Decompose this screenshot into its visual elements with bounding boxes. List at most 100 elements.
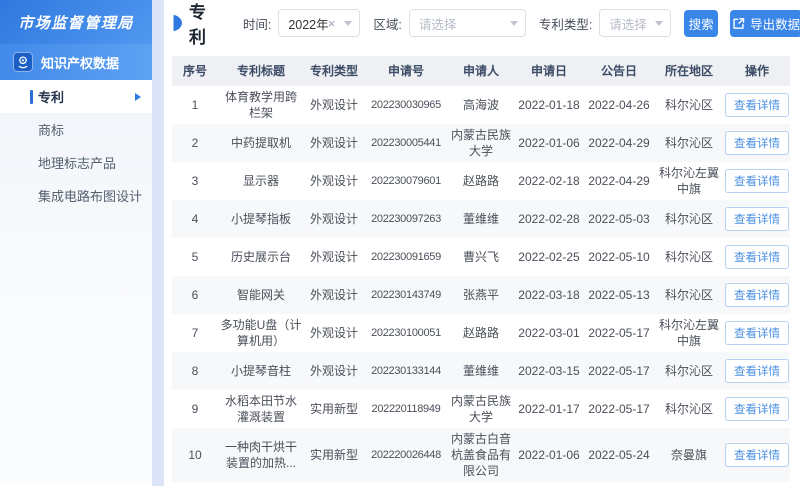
view-details-button[interactable]: 查看详情 [725,93,789,117]
table-row: 3 显示器 外观设计 202230079601 赵路路 2022-02-18 2… [172,162,790,200]
export-button-label: 导出数据 [750,17,800,32]
column-header-application-no: 申请号 [387,64,424,78]
column-header-publish-date: 公告日 [600,64,637,78]
cell-region: 科尔沁区 [664,136,713,150]
view-details-button[interactable]: 查看详情 [725,131,789,155]
cell-index: 5 [191,250,199,264]
sidebar-item-trademark[interactable]: 商标 [0,113,152,146]
cell-index: 9 [191,402,199,416]
region-select[interactable]: 请选择 [408,9,526,37]
cell-applicant: 曹兴飞 [462,250,499,264]
search-button[interactable]: 搜索 [684,9,718,37]
sidebar: 市场监督管理局 知识产权数据 专利 商标 地理标志产品 集成电路布图设计 [0,0,152,486]
time-select[interactable]: 2022年 × [278,9,361,37]
clear-icon[interactable]: × [328,17,336,30]
column-header-patent-type: 专利类型 [309,64,358,78]
filter-label-patent-type: 专利类型: [538,17,593,32]
filter-group-patent-type: 专利类型: 请选择 [538,9,672,37]
main-content: 专利 时间: 2022年 × 区域: 请选择 专利类型: 请选择 搜索 导出数据… [164,0,800,486]
cell-index: 2 [191,136,199,150]
cell-applicant: 内蒙古白音杭盖食品有限公司 [450,432,511,478]
cell-patent-type: 实用新型 [309,402,358,416]
cell-application-no: 202230005441 [371,137,441,149]
cell-application-no: 202230143749 [371,289,441,301]
column-header-action: 操作 [744,64,769,78]
export-button[interactable]: 导出数据 [729,9,800,37]
cell-region: 科尔沁左翼中旗 [658,166,719,196]
region-select-placeholder: 请选择 [418,17,457,32]
page-title: 专利 [189,3,207,47]
cell-patent-title: 小提琴音柱 [230,364,291,378]
export-icon [732,17,745,30]
patent-table: 序号 专利标题 专利类型 申请号 申请人 申请日 公告日 所在地区 操作 1 体… [172,56,790,482]
cell-applicant: 赵路路 [462,326,499,340]
cell-applicant: 内蒙古民族大学 [450,128,511,158]
cell-index: 1 [191,98,199,112]
cell-region: 科尔沁区 [664,250,713,264]
view-details-button[interactable]: 查看详情 [725,321,789,345]
filter-group-time: 时间: 2022年 × [243,9,361,37]
patent-type-select-placeholder: 请选择 [609,17,647,32]
cell-patent-title: 智能网关 [236,288,285,302]
sidebar-item-geo-indication-product[interactable]: 地理标志产品 [0,146,152,179]
view-details-button[interactable]: 查看详情 [725,207,789,231]
cell-application-no: 202230030965 [371,99,441,111]
cell-index: 4 [191,212,199,226]
view-details-button[interactable]: 查看详情 [725,359,789,383]
cell-patent-title: 水稻本田节水灌溉装置 [224,394,297,424]
cell-apply-date: 2022-02-28 [518,212,580,226]
cell-action: 查看详情 [724,86,790,124]
cell-publish-date: 2022-05-17 [588,364,650,378]
column-header-apply-date: 申请日 [530,64,567,78]
column-header-applicant: 申请人 [462,64,499,78]
cell-apply-date: 2022-01-18 [518,98,580,112]
cell-patent-type: 实用新型 [309,448,358,462]
filter-group-region: 区域: 请选择 [373,9,526,37]
cell-patent-type: 外观设计 [309,326,358,340]
sidebar-item-patent[interactable]: 专利 [0,80,152,113]
cell-action: 查看详情 [724,428,790,482]
cell-publish-date: 2022-05-10 [588,250,650,264]
sidebar-section-ip-data[interactable]: 知识产权数据 [0,44,152,80]
table-row: 10 一种肉干烘干装置的加热... 实用新型 202220026448 内蒙古白… [172,428,790,482]
cell-apply-date: 2022-03-18 [518,288,580,302]
cell-index: 10 [188,448,202,462]
view-details-button[interactable]: 查看详情 [725,283,789,307]
cell-application-no: 202230079601 [371,175,441,187]
cell-region: 科尔沁左翼中旗 [658,318,719,348]
table-row: 6 智能网关 外观设计 202230143749 张燕平 2022-03-18 … [172,276,790,314]
cell-publish-date: 2022-05-13 [588,288,650,302]
app-title: 市场监督管理局 [0,0,152,44]
table-header-row: 序号 专利标题 专利类型 申请号 申请人 申请日 公告日 所在地区 操作 [172,56,790,86]
cell-applicant: 赵路路 [462,174,499,188]
cell-patent-type: 外观设计 [309,212,358,226]
table-row: 1 体育教学用跨栏架 外观设计 202230030965 高海波 2022-01… [172,86,790,124]
patent-type-select[interactable]: 请选择 [599,9,672,37]
cell-region: 科尔沁区 [664,288,713,302]
view-details-button[interactable]: 查看详情 [725,169,789,193]
cell-apply-date: 2022-03-15 [518,364,580,378]
cell-apply-date: 2022-02-25 [518,250,580,264]
cell-application-no: 202230133144 [371,365,441,377]
title-marker-icon [172,14,183,32]
sidebar-item-label: 地理标志产品 [38,156,117,171]
cell-patent-type: 外观设计 [309,288,358,302]
sidebar-item-ic-layout-design[interactable]: 集成电路布图设计 [0,179,152,212]
cell-publish-date: 2022-04-29 [588,174,650,188]
cell-publish-date: 2022-05-24 [588,448,650,462]
view-details-button[interactable]: 查看详情 [725,245,789,269]
table-row: 2 中药提取机 外观设计 202230005441 内蒙古民族大学 2022-0… [172,124,790,162]
cell-action: 查看详情 [724,200,790,238]
cell-patent-title: 多功能U盘（计算机用） [220,318,302,348]
arrow-right-icon [135,92,141,101]
view-details-button[interactable]: 查看详情 [725,397,789,421]
sidebar-divider [152,0,164,486]
view-details-button[interactable]: 查看详情 [725,443,789,467]
cell-action: 查看详情 [724,390,790,428]
sidebar-section-label: 知识产权数据 [41,55,120,71]
time-select-value: 2022年 [288,17,329,32]
cell-publish-date: 2022-04-29 [588,136,650,150]
cell-patent-type: 外观设计 [309,136,358,150]
cell-applicant: 董维维 [462,212,499,226]
column-header-patent-title: 专利标题 [236,64,285,78]
